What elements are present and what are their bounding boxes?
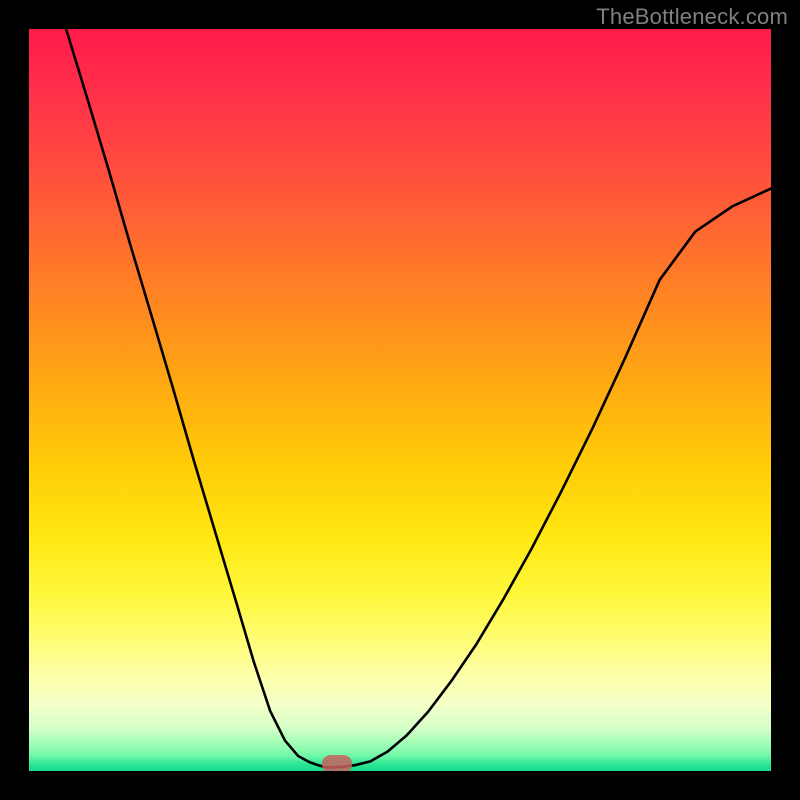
plot-area [29, 29, 771, 771]
bottleneck-curve [29, 29, 771, 771]
watermark-text: TheBottleneck.com [596, 4, 788, 30]
bottleneck-marker [322, 755, 352, 771]
chart-frame: TheBottleneck.com [0, 0, 800, 800]
